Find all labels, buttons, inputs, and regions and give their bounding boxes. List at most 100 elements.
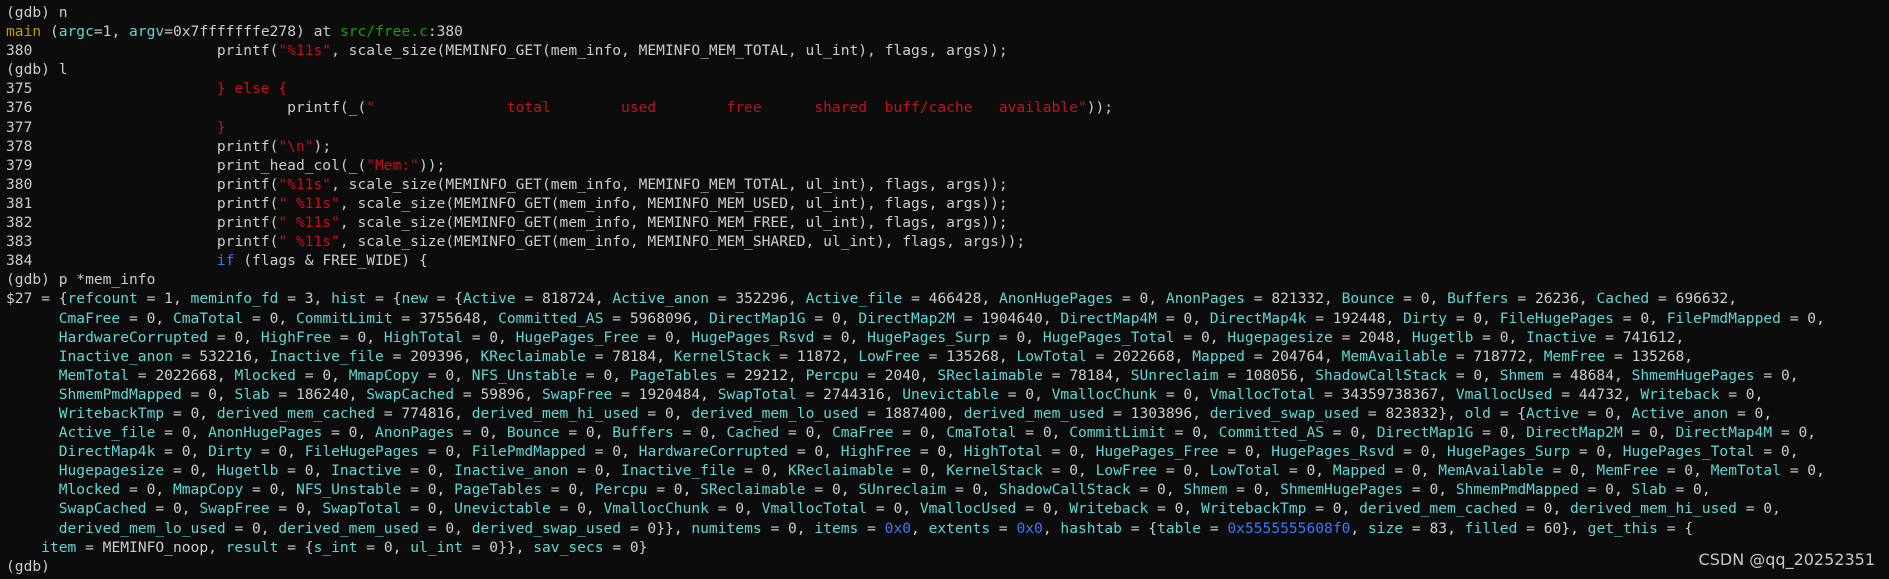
terminal-text-segment: = 0, bbox=[1130, 481, 1184, 499]
terminal-text-segment: ShmemHugePages bbox=[1280, 481, 1404, 499]
terminal-text-segment: SwapCached bbox=[366, 385, 455, 403]
terminal-text-segment: filled bbox=[1464, 519, 1518, 537]
terminal-text-segment: SReclaimable bbox=[937, 366, 1043, 384]
terminal-text-segment: HardwareCorrupted bbox=[58, 328, 209, 346]
terminal-line: Hugepagesize = 0, Hugetlb = 0, Inactive … bbox=[6, 461, 1883, 480]
terminal-text-segment: = 0, bbox=[779, 424, 832, 442]
terminal-text-segment: = 26236, bbox=[1508, 290, 1597, 308]
terminal-text-segment: Active bbox=[1526, 404, 1579, 422]
terminal-text-segment: = 0, bbox=[120, 309, 173, 327]
terminal-text-segment: 380 printf( bbox=[6, 175, 279, 193]
terminal-text-segment: SUnreclaim bbox=[858, 481, 947, 499]
terminal-text-segment: Inactive bbox=[331, 462, 402, 480]
terminal-text-segment: KernelStack bbox=[946, 462, 1043, 480]
terminal-text-segment: numitems bbox=[691, 519, 762, 537]
terminal-text-segment: WritebackTmp bbox=[1200, 500, 1307, 518]
terminal-text-segment: KReclaimable bbox=[788, 462, 894, 480]
terminal-text-segment: = 0, bbox=[568, 462, 622, 480]
terminal-text-segment: = 0, bbox=[1174, 328, 1228, 346]
terminal-text-segment: Inactive bbox=[1526, 328, 1597, 346]
terminal-text-segment: Writeback bbox=[1640, 385, 1720, 403]
terminal-text-segment: PageTables bbox=[454, 481, 542, 499]
terminal-line: 378 printf("\n"); bbox=[6, 137, 1883, 156]
terminal-text-segment: , scale_size(MEMINFO_GET(mem_info, MEMIN… bbox=[331, 175, 1008, 193]
terminal-text-segment: = 0, bbox=[1473, 424, 1527, 442]
terminal-text-segment: = 0, bbox=[1473, 328, 1527, 346]
terminal-text-segment: HugePages_Rsvd bbox=[1271, 443, 1395, 461]
terminal-text-segment: argc bbox=[58, 23, 94, 41]
terminal-text-segment: = 0, bbox=[1157, 309, 1210, 327]
terminal-text-segment: 0x0 bbox=[1016, 519, 1043, 537]
terminal-text-segment: derived_mem_lo_used bbox=[691, 404, 859, 422]
terminal-text-segment: Mlocked bbox=[58, 481, 121, 499]
terminal-text-segment: refcount bbox=[67, 290, 138, 308]
terminal-text-segment: = 0, bbox=[1016, 500, 1070, 518]
terminal-text-segment: , scale_size(MEMINFO_GET(mem_info, MEMIN… bbox=[339, 233, 1026, 251]
terminal-text-segment: VmallocUsed bbox=[919, 500, 1017, 518]
terminal-text-segment: = { bbox=[366, 290, 402, 308]
terminal-text-segment: SwapTotal bbox=[717, 385, 797, 403]
terminal-text-segment: MemAvailable bbox=[1438, 462, 1544, 480]
terminal-text-segment: = 0}}, bbox=[621, 519, 692, 537]
terminal-text-segment: DirectMap1G bbox=[1376, 424, 1474, 442]
terminal-text-segment: = 0, bbox=[252, 443, 305, 461]
terminal-text-segment: sav_secs bbox=[533, 538, 604, 556]
terminal-line: 383 printf(" %11s", scale_size(MEMINFO_G… bbox=[6, 232, 1883, 251]
terminal-text-segment: = 0, bbox=[1728, 404, 1773, 422]
terminal-text-segment: FileHugePages bbox=[304, 443, 419, 461]
terminal-text-segment: = 108056, bbox=[1218, 366, 1316, 384]
terminal-text-segment: CmaFree bbox=[58, 309, 121, 327]
gdb-terminal[interactable]: (gdb) n main (argc=1, argv=0x7fffffffe278… bbox=[0, 0, 1889, 579]
terminal-text-segment: = 0, bbox=[1754, 443, 1799, 461]
terminal-text-segment: derived_mem_used bbox=[963, 404, 1105, 422]
terminal-line: (gdb) p *mem_info bbox=[6, 270, 1883, 289]
terminal-text-segment: = 0, bbox=[893, 424, 947, 442]
terminal-text-segment: NFS_Unstable bbox=[471, 366, 578, 384]
terminal-text-segment: HugePages_Rsvd bbox=[691, 328, 815, 346]
terminal-text-segment: = 0, bbox=[155, 443, 209, 461]
terminal-text-segment: = 0, bbox=[577, 366, 630, 384]
terminal-text-segment: " %11s" bbox=[278, 194, 340, 212]
terminal-line: $27 = {refcount = 1, meminfo_fd = 3, his… bbox=[6, 289, 1883, 308]
terminal-text-segment: = 0, bbox=[805, 309, 859, 327]
terminal-text-segment: = 78184, bbox=[585, 347, 674, 365]
terminal-text-segment: old bbox=[1464, 404, 1491, 422]
terminal-text-segment: = 0, bbox=[1306, 500, 1360, 518]
terminal-text-segment: HighFree bbox=[840, 443, 912, 461]
terminal-text-segment: = 0, bbox=[638, 404, 692, 422]
terminal-text-segment: = 0} bbox=[603, 538, 648, 556]
terminal-text-segment: , scale_size(MEMINFO_GET(mem_info, MEMIN… bbox=[339, 214, 1008, 232]
terminal-text-segment: = 0, bbox=[1157, 385, 1210, 403]
terminal-text-segment: WritebackTmp bbox=[58, 404, 165, 422]
terminal-text-segment: VmallocChunk bbox=[1051, 385, 1158, 403]
terminal-text-segment: VmallocChunk bbox=[603, 500, 709, 518]
terminal-text-segment: Inactive_file bbox=[269, 347, 384, 365]
terminal-text-segment: = 78184, bbox=[1042, 366, 1131, 384]
terminal-text-segment: FilePmdMapped bbox=[471, 443, 586, 461]
terminal-text-segment: = 1887400, bbox=[858, 404, 964, 422]
terminal-text-segment: Active_anon bbox=[1631, 404, 1729, 422]
terminal-text-segment: SwapFree bbox=[542, 385, 613, 403]
terminal-text-segment: LowTotal bbox=[1209, 462, 1281, 480]
terminal-text-segment: Active bbox=[462, 290, 516, 308]
terminal-text-segment: ); bbox=[313, 137, 332, 155]
terminal-line: 377 } bbox=[6, 118, 1883, 137]
terminal-text-segment: PageTables bbox=[629, 366, 718, 384]
terminal-text-segment: (gdb) l bbox=[6, 61, 68, 79]
terminal-line: (gdb) l bbox=[6, 60, 1883, 79]
terminal-text-segment: Slab bbox=[1631, 481, 1667, 499]
terminal-text-segment: table bbox=[1157, 519, 1202, 537]
terminal-text-segment: = 0, bbox=[1543, 462, 1597, 480]
terminal-text-segment: AnonPages bbox=[375, 424, 455, 442]
terminal-text-segment: derived_swap_used bbox=[471, 519, 622, 537]
terminal-text-segment: main bbox=[6, 23, 42, 41]
terminal-text-segment: MmapCopy bbox=[172, 481, 244, 499]
terminal-text-segment: = bbox=[990, 519, 1017, 537]
terminal-text-segment: DirectMap1G bbox=[708, 309, 806, 327]
terminal-text-segment: = 0, bbox=[401, 462, 455, 480]
